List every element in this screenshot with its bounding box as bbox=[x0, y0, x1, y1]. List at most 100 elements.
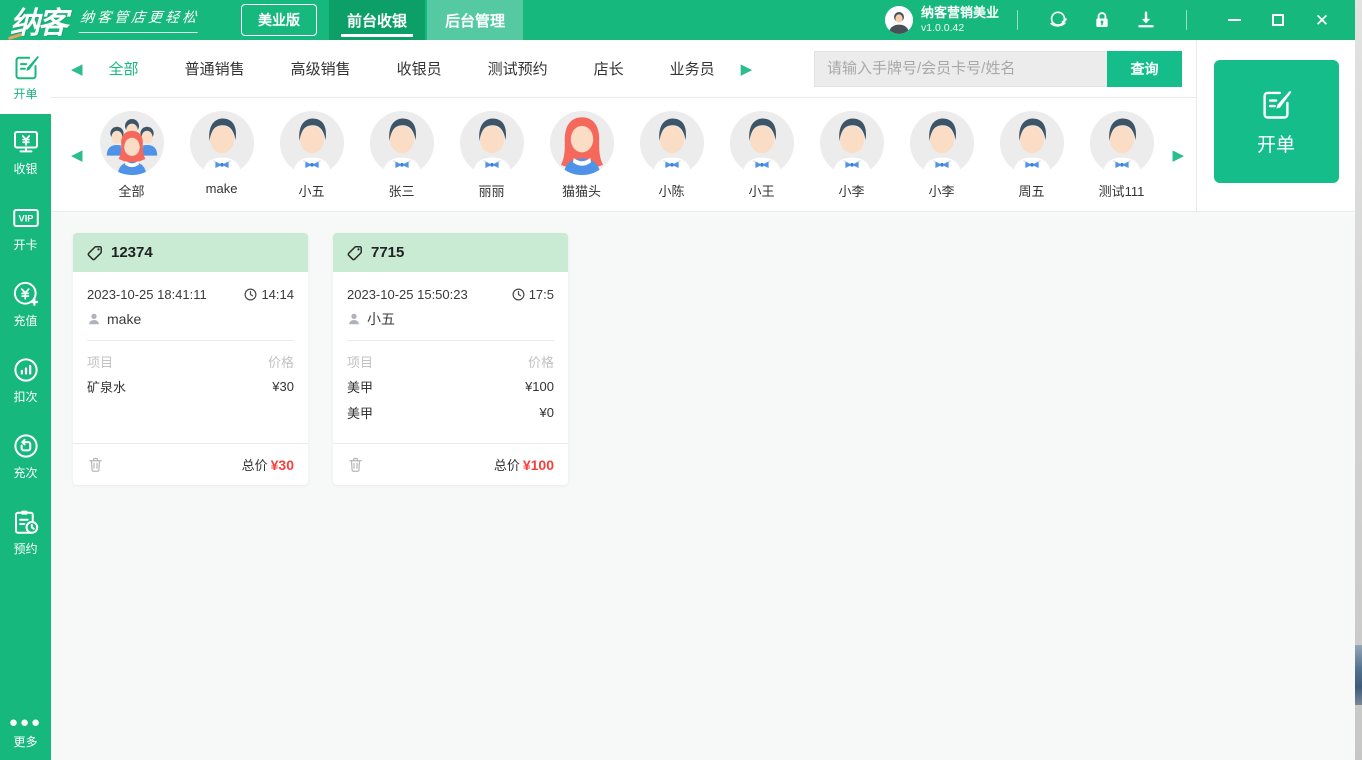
lock-icon[interactable] bbox=[1091, 9, 1113, 31]
account-info[interactable]: 纳客营销美业 v1.0.0.42 bbox=[884, 5, 999, 34]
maximize-icon bbox=[1272, 14, 1284, 26]
order-datetime: 2023-10-25 15:50:23 bbox=[347, 286, 468, 302]
member-name: 小五 bbox=[367, 311, 395, 327]
order-id: 12374 bbox=[111, 244, 153, 261]
sidebar-item-label: 充值 bbox=[13, 314, 38, 328]
recharge-icon bbox=[11, 279, 41, 309]
staff-name: 小五 bbox=[298, 183, 325, 199]
order-item-row: 矿泉水 ¥30 bbox=[87, 373, 294, 399]
member-search: 查询 bbox=[814, 50, 1182, 87]
order-duration: 17:5 bbox=[528, 286, 554, 302]
sidebar-item-开单[interactable]: 开单 bbox=[0, 40, 51, 114]
nav-tab-label: 前台收银 bbox=[346, 12, 407, 30]
staff-item-周五[interactable]: 周五 bbox=[987, 110, 1077, 200]
male-avatar bbox=[459, 110, 525, 176]
staff-name: 小陈 bbox=[658, 183, 685, 199]
staff-carousel: ◀ 全部 make 小五 张三 丽丽 猫猫头 小陈 小王 小李 小李 周五 测试… bbox=[51, 98, 1196, 211]
person-icon bbox=[89, 313, 99, 325]
total-value: ¥30 bbox=[270, 457, 294, 473]
vip-icon: VIP bbox=[11, 203, 41, 233]
order-items: 美甲 ¥100 美甲 ¥0 bbox=[347, 373, 554, 439]
order-id: 7715 bbox=[371, 244, 405, 261]
staff-item-小陈[interactable]: 小陈 bbox=[627, 110, 717, 200]
staff-name: 小李 bbox=[928, 183, 955, 199]
role-filter-tab-高级销售[interactable]: 高级销售 bbox=[291, 58, 351, 79]
nav-tab-前台收银[interactable]: 前台收银 bbox=[329, 0, 425, 40]
staff-item-小五[interactable]: 小五 bbox=[267, 110, 357, 200]
staff-name: 测试111 bbox=[1098, 183, 1145, 199]
service-icon[interactable] bbox=[1047, 9, 1069, 31]
staff-item-小李[interactable]: 小李 bbox=[897, 110, 987, 200]
staff-item-make[interactable]: make bbox=[177, 110, 267, 200]
maximize-button[interactable] bbox=[1263, 7, 1293, 33]
clock-icon bbox=[512, 288, 525, 300]
item-price: ¥100 bbox=[525, 378, 554, 394]
male-avatar bbox=[909, 110, 975, 176]
female-avatar bbox=[549, 110, 615, 176]
sidebar-item-充次[interactable]: 充次 bbox=[0, 418, 51, 494]
logo-slogan: 纳客管店更轻松 bbox=[78, 7, 201, 33]
price-column-header: 价格 bbox=[527, 354, 554, 370]
staff-item-测试111[interactable]: 测试111 bbox=[1077, 110, 1167, 200]
order-card[interactable]: 7715 2023-10-25 15:50:23 17:5 小五 项目 价格 美… bbox=[333, 233, 568, 485]
item-name: 美甲 bbox=[347, 379, 374, 395]
search-button[interactable]: 查询 bbox=[1107, 50, 1182, 87]
sidebar-item-扣次[interactable]: 扣次 bbox=[0, 342, 51, 418]
sidebar-item-more[interactable]: ●●● 更多 bbox=[0, 715, 51, 750]
staff-item-小王[interactable]: 小王 bbox=[717, 110, 807, 200]
role-filter-tab-业务员[interactable]: 业务员 bbox=[670, 58, 715, 79]
sidebar-item-开卡[interactable]: VIP 开卡 bbox=[0, 190, 51, 266]
items-column-header: 项目 bbox=[347, 354, 374, 370]
order-icon bbox=[11, 52, 41, 82]
search-input[interactable] bbox=[814, 50, 1107, 87]
desktop-background-strip bbox=[1355, 0, 1362, 760]
staff-name: 张三 bbox=[388, 183, 415, 199]
staff-item-全部[interactable]: 全部 bbox=[87, 110, 177, 200]
role-filter-tab-测试预约[interactable]: 测试预约 bbox=[488, 58, 548, 79]
main-area: ◀ 全部 普通销售 高级销售 收银员 测试预约 店长 业务员 ▶ 查询 ◀ 全部 make … bbox=[51, 40, 1355, 760]
order-card[interactable]: 12374 2023-10-25 18:41:11 14:14 make 项目 … bbox=[73, 233, 308, 485]
role-filter-tabs: 全部 普通销售 高级销售 收银员 测试预约 店长 业务员 bbox=[109, 58, 715, 79]
role-filter-tab-收银员[interactable]: 收银员 bbox=[397, 58, 442, 79]
download-icon[interactable] bbox=[1135, 9, 1157, 31]
tag-icon bbox=[87, 245, 103, 261]
order-icon bbox=[1258, 86, 1294, 122]
nav-tab-后台管理[interactable]: 后台管理 bbox=[427, 0, 523, 40]
staff-name: 全部 bbox=[118, 183, 145, 199]
staff-item-小李[interactable]: 小李 bbox=[807, 110, 897, 200]
male-avatar bbox=[729, 110, 795, 176]
staff-scroll-right-icon[interactable]: ▶ bbox=[1172, 146, 1184, 164]
order-card-header: 12374 bbox=[73, 233, 308, 272]
role-filter-tab-全部[interactable]: 全部 bbox=[109, 58, 139, 79]
sidebar-item-充值[interactable]: 充值 bbox=[0, 266, 51, 342]
item-price: ¥30 bbox=[272, 378, 294, 394]
staff-item-张三[interactable]: 张三 bbox=[357, 110, 447, 200]
edition-badge[interactable]: 美业版 bbox=[241, 4, 317, 36]
deduct-icon bbox=[11, 355, 41, 385]
role-filter-tab-普通销售[interactable]: 普通销售 bbox=[185, 58, 245, 79]
role-filter-bar: ◀ 全部 普通销售 高级销售 收银员 测试预约 店长 业务员 ▶ 查询 bbox=[51, 40, 1196, 98]
cashier-icon bbox=[11, 127, 41, 157]
new-order-button[interactable]: 开单 bbox=[1213, 60, 1339, 183]
main-nav: 前台收银 后台管理 bbox=[327, 0, 523, 40]
staff-item-丽丽[interactable]: 丽丽 bbox=[447, 110, 537, 200]
sidebar-item-label: 充次 bbox=[13, 466, 38, 480]
order-items: 矿泉水 ¥30 bbox=[87, 373, 294, 439]
close-button[interactable]: ✕ bbox=[1307, 7, 1337, 33]
filter-scroll-left-icon[interactable]: ◀ bbox=[71, 60, 83, 78]
sidebar-item-预约[interactable]: 预约 bbox=[0, 494, 51, 570]
trash-icon[interactable] bbox=[347, 456, 364, 473]
total-label: 总价 bbox=[493, 458, 520, 473]
minimize-button[interactable] bbox=[1219, 7, 1249, 33]
staff-name: 丽丽 bbox=[478, 183, 505, 199]
sidebar-item-收银[interactable]: 收银 bbox=[0, 114, 51, 190]
trash-icon[interactable] bbox=[87, 456, 104, 473]
titlebar: 纳客 纳客管店更轻松 美业版 前台收银 后台管理 纳客营销美业 v1.0.0.4… bbox=[0, 0, 1355, 40]
staff-scroll-left-icon[interactable]: ◀ bbox=[71, 146, 83, 164]
role-filter-tab-店长[interactable]: 店长 bbox=[594, 58, 624, 79]
member-name: make bbox=[107, 311, 142, 327]
staff-item-猫猫头[interactable]: 猫猫头 bbox=[537, 110, 627, 200]
filter-scroll-right-icon[interactable]: ▶ bbox=[741, 60, 753, 78]
new-order-label: 开单 bbox=[1256, 135, 1295, 156]
nav-tab-label: 后台管理 bbox=[444, 12, 505, 30]
